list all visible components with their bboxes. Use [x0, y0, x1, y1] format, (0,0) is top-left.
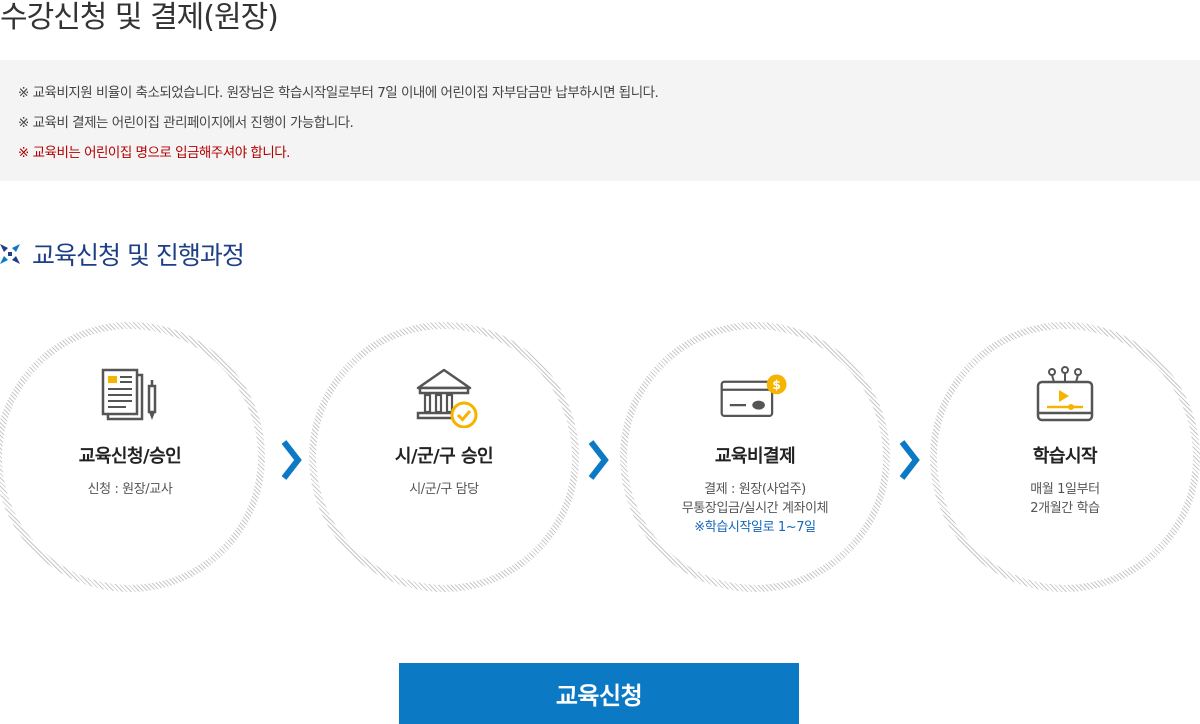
step-desc: 시/군/구 담당: [409, 480, 479, 499]
bank-check-icon: [416, 368, 478, 428]
step-title: 학습시작: [1032, 446, 1098, 467]
step-payment: $ 교육비결제 결제 : 원장(사업주) 무통장입금/실시간 계좌이체 ※학습시…: [620, 322, 890, 592]
chevron-right-icon: [588, 440, 609, 480]
step-highlight: ※학습시작일로 1~7일: [694, 520, 816, 535]
step-desc-line: 신청 : 원장/교사: [87, 482, 173, 497]
step-start-learning: 학습시작 매월 1일부터 2개월간 학습: [930, 322, 1200, 592]
step-desc-line: 매월 1일부터: [1030, 482, 1100, 497]
page-title: 수강신청 및 결제(원장): [0, 0, 279, 35]
step-desc-line: 무통장입금/실시간 계좌이체: [681, 501, 829, 516]
chevron-right-icon: [281, 440, 302, 480]
cross-arrows-icon: [0, 244, 20, 264]
card-coin-icon: $: [720, 374, 787, 418]
notice-line-3: ※ 교육비는 어린이집 명으로 입금해주셔야 합니다.: [18, 145, 290, 161]
notice-box: ※ 교육비지원 비율이 축소되었습니다. 원장님은 학습시작일로부터 7일 이내…: [0, 60, 1200, 181]
step-desc-line: 2개월간 학습: [1030, 501, 1100, 516]
video-monitor-icon: [1036, 366, 1094, 422]
apply-button[interactable]: 교육신청: [399, 663, 799, 724]
svg-text:$: $: [772, 377, 781, 392]
step-apply-approve: 교육신청/승인 신청 : 원장/교사: [0, 322, 265, 592]
step-title: 시/군/구 승인: [394, 446, 494, 467]
step-desc: 결제 : 원장(사업주) 무통장입금/실시간 계좌이체 ※학습시작일로 1~7일: [681, 480, 829, 537]
step-district-approve: 시/군/구 승인 시/군/구 담당: [309, 322, 579, 592]
section-header: 교육신청 및 진행과정: [0, 236, 245, 272]
document-pen-icon: [101, 368, 157, 421]
step-desc-line: 시/군/구 담당: [409, 482, 479, 497]
chevron-right-icon: [899, 440, 920, 480]
step-title: 교육비결제: [714, 446, 796, 467]
step-title: 교육신청/승인: [78, 446, 182, 467]
section-title: 교육신청 및 진행과정: [32, 241, 245, 270]
notice-line-2: ※ 교육비 결제는 어린이집 관리페이지에서 진행이 가능합니다.: [18, 115, 354, 131]
step-desc: 매월 1일부터 2개월간 학습: [1030, 480, 1100, 518]
step-desc-line: 결제 : 원장(사업주): [704, 482, 806, 497]
step-desc: 신청 : 원장/교사: [88, 480, 173, 499]
notice-line-1: ※ 교육비지원 비율이 축소되었습니다. 원장님은 학습시작일로부터 7일 이내…: [18, 85, 659, 101]
